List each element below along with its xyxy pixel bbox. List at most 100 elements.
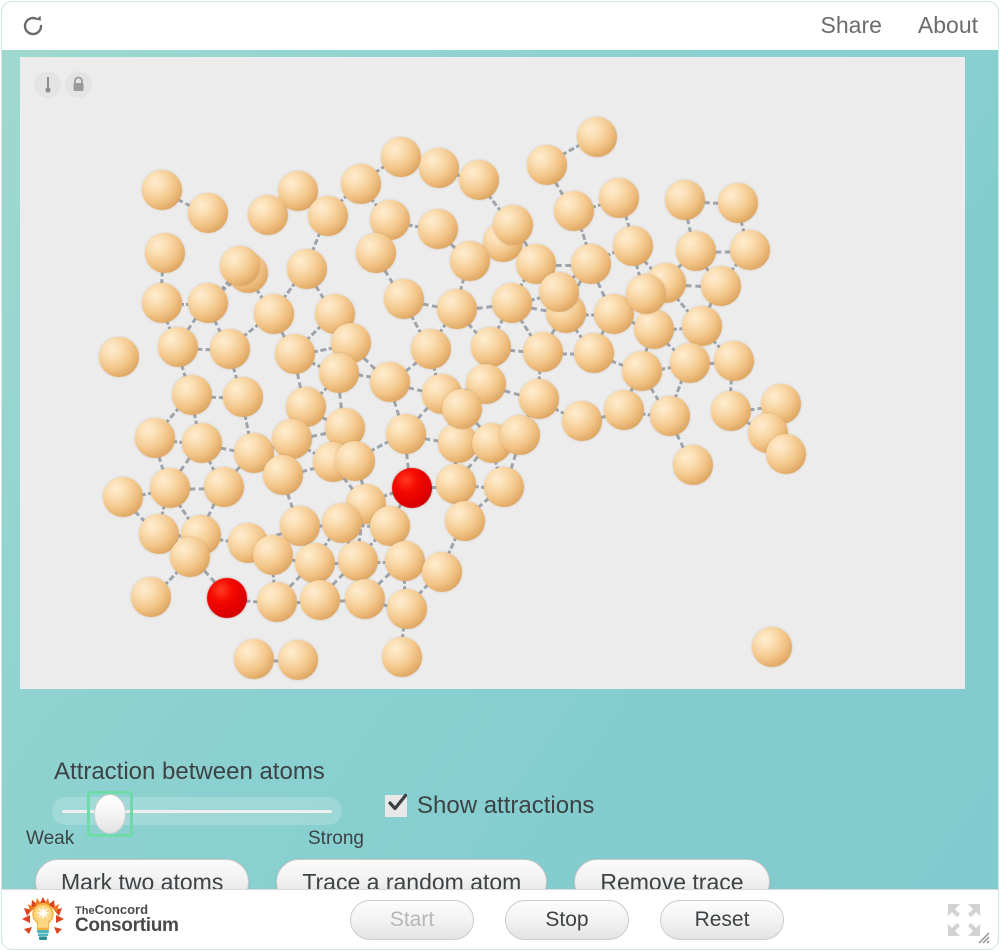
atom[interactable]: [519, 379, 559, 419]
atom[interactable]: [554, 191, 594, 231]
atom[interactable]: [752, 627, 792, 667]
atom[interactable]: [295, 543, 335, 583]
atom[interactable]: [257, 582, 297, 622]
atom[interactable]: [436, 464, 476, 504]
atom[interactable]: [676, 231, 716, 271]
atom[interactable]: [442, 389, 482, 429]
reload-button[interactable]: [16, 10, 50, 42]
atom[interactable]: [172, 375, 212, 415]
atom[interactable]: [287, 249, 327, 289]
atom[interactable]: [574, 333, 614, 373]
atom[interactable]: [338, 541, 378, 581]
atom[interactable]: [714, 341, 754, 381]
atom[interactable]: [701, 266, 741, 306]
simulation-model-view[interactable]: [20, 57, 965, 689]
atom[interactable]: [278, 640, 318, 680]
atom[interactable]: [319, 353, 359, 393]
atom[interactable]: [418, 209, 458, 249]
atom[interactable]: [682, 306, 722, 346]
atom[interactable]: [539, 272, 579, 312]
atom[interactable]: [253, 535, 293, 575]
atom[interactable]: [577, 117, 617, 157]
atom[interactable]: [599, 178, 639, 218]
atom[interactable]: [223, 377, 263, 417]
marked-atom[interactable]: [392, 468, 432, 508]
atom[interactable]: [718, 183, 758, 223]
atom[interactable]: [254, 294, 294, 334]
atom[interactable]: [142, 170, 182, 210]
atom[interactable]: [210, 329, 250, 369]
atom[interactable]: [182, 423, 222, 463]
atom[interactable]: [188, 193, 228, 233]
atom[interactable]: [562, 401, 602, 441]
atom[interactable]: [234, 639, 274, 679]
atom[interactable]: [99, 337, 139, 377]
atom[interactable]: [300, 580, 340, 620]
atom[interactable]: [204, 467, 244, 507]
atom[interactable]: [673, 445, 713, 485]
resize-grip-icon[interactable]: [975, 929, 990, 944]
atom[interactable]: [492, 283, 532, 323]
atom[interactable]: [385, 541, 425, 581]
atom[interactable]: [382, 637, 422, 677]
atom[interactable]: [142, 283, 182, 323]
atom[interactable]: [626, 274, 666, 314]
atom[interactable]: [370, 506, 410, 546]
atom[interactable]: [500, 415, 540, 455]
atom[interactable]: [445, 501, 485, 541]
atom[interactable]: [131, 577, 171, 617]
atom[interactable]: [471, 327, 511, 367]
atom[interactable]: [604, 390, 644, 430]
atom[interactable]: [450, 241, 490, 281]
atom[interactable]: [275, 334, 315, 374]
atom[interactable]: [437, 289, 477, 329]
thermometer-icon-button[interactable]: [34, 71, 61, 98]
atom[interactable]: [150, 468, 190, 508]
atom[interactable]: [381, 137, 421, 177]
atom[interactable]: [220, 246, 260, 286]
atom[interactable]: [650, 396, 690, 436]
atom[interactable]: [411, 329, 451, 369]
show-attractions-checkbox-row[interactable]: Show attractions: [385, 792, 594, 820]
atom[interactable]: [386, 414, 426, 454]
atom[interactable]: [523, 332, 563, 372]
atom[interactable]: [422, 552, 462, 592]
atom[interactable]: [484, 467, 524, 507]
atom[interactable]: [634, 309, 674, 349]
start-button[interactable]: Start: [350, 900, 474, 940]
atom[interactable]: [665, 180, 705, 220]
atom[interactable]: [622, 351, 662, 391]
atom[interactable]: [384, 279, 424, 319]
atom[interactable]: [188, 283, 228, 323]
atom[interactable]: [248, 195, 288, 235]
atom[interactable]: [345, 579, 385, 619]
atom[interactable]: [308, 196, 348, 236]
share-link[interactable]: Share: [821, 8, 882, 42]
atom[interactable]: [711, 391, 751, 431]
atom[interactable]: [135, 418, 175, 458]
atom[interactable]: [145, 233, 185, 273]
atom[interactable]: [766, 434, 806, 474]
lock-icon-button[interactable]: [65, 71, 92, 98]
atom[interactable]: [370, 362, 410, 402]
atom[interactable]: [459, 160, 499, 200]
about-link[interactable]: About: [918, 8, 978, 42]
concord-consortium-logo[interactable]: TheConcord Consortium: [20, 896, 179, 944]
atom[interactable]: [103, 477, 143, 517]
show-attractions-checkbox[interactable]: [385, 793, 408, 817]
atom[interactable]: [158, 327, 198, 367]
atom[interactable]: [335, 441, 375, 481]
atom[interactable]: [170, 537, 210, 577]
atom[interactable]: [419, 148, 459, 188]
stop-button[interactable]: Stop: [505, 900, 629, 940]
atom[interactable]: [493, 205, 533, 245]
atom[interactable]: [613, 226, 653, 266]
reset-button[interactable]: Reset: [660, 900, 784, 940]
marked-atom[interactable]: [207, 578, 247, 618]
atom[interactable]: [272, 419, 312, 459]
atom[interactable]: [263, 455, 303, 495]
atom[interactable]: [387, 589, 427, 629]
atom[interactable]: [571, 244, 611, 284]
atom[interactable]: [322, 503, 362, 543]
atom[interactable]: [670, 343, 710, 383]
